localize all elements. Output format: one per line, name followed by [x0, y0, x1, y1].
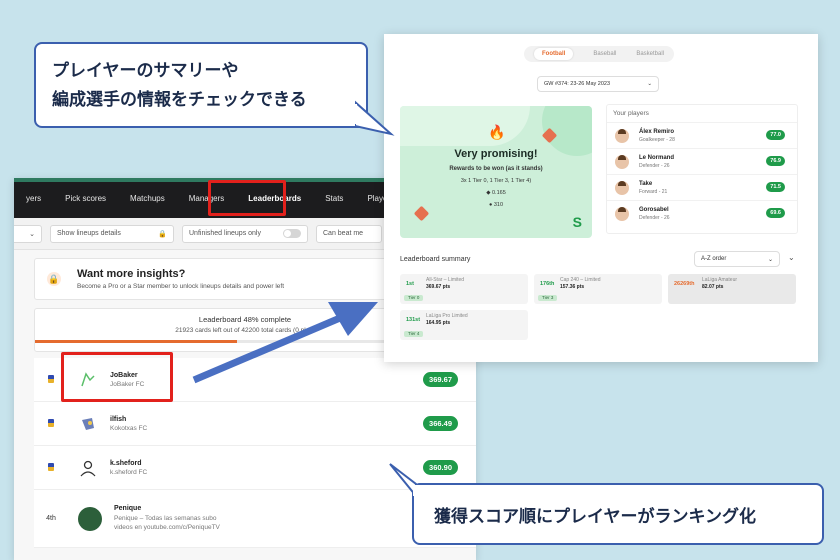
callout-line: 編成選手の情報をチェックできる	[52, 90, 307, 109]
callout-tail-icon	[355, 100, 395, 136]
callout-line: プレイヤーのサマリーや	[52, 61, 239, 80]
callout-tail-icon	[389, 463, 421, 496]
callout-ranking: 獲得スコア順にプレイヤーがランキング化	[412, 483, 824, 545]
callout-summary: プレイヤーのサマリーや 編成選手の情報をチェックできる	[34, 42, 368, 128]
